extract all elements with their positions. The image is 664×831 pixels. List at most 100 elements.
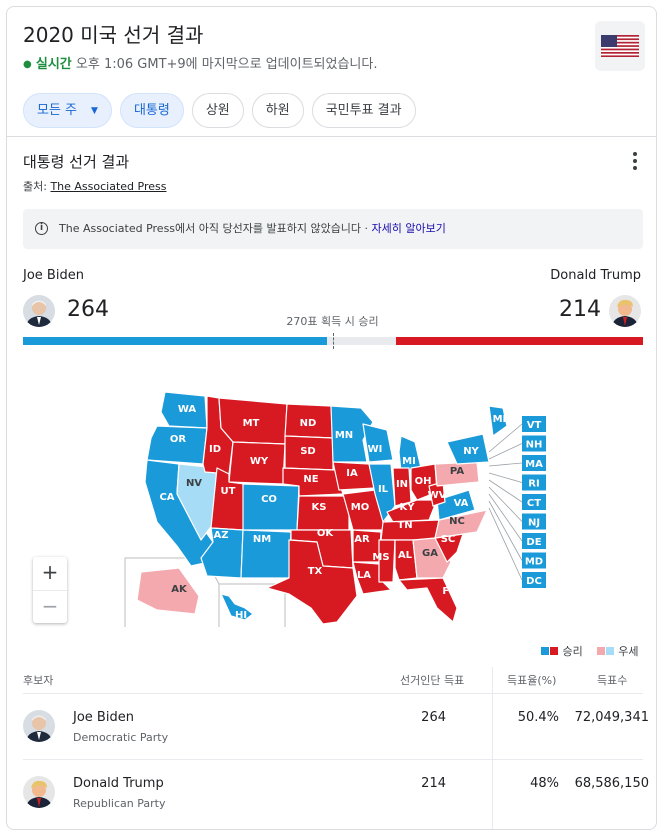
state-label-tn: TN [397,520,412,531]
small-state-label-md: MD [525,557,543,568]
rep-win-swatch [550,647,558,655]
small-state-leader-line [488,472,523,483]
us-flag-icon [595,21,645,71]
state-label-la: LA [357,570,371,581]
small-state-leader-line [488,479,523,503]
biden-row-avatar [23,710,55,742]
us-electoral-map: WA OR CA NV ID MT WY UT AZ CO NM ND SD NE KS OK TX MN IA MO… [124,391,546,627]
dem-lead-swatch [605,647,614,655]
state-label-nv: NV [186,478,202,489]
col-header-percent: 득표율(%) [507,674,557,687]
source-link[interactable]: The Associated Press [50,180,166,193]
state-label-wa: WA [178,404,197,415]
table-row-name: Joe Biden [73,710,134,725]
notice-text: The Associated Press에서 아직 당선자를 발표하지 않았습니… [59,222,372,235]
table-row-percent: 48% [530,776,559,791]
state-wi[interactable] [362,423,394,463]
state-label-ky: KY [400,502,416,513]
state-label-al: AL [398,550,413,561]
small-state-label-ct: CT [527,498,541,509]
table-row-electoral: 264 [421,710,446,725]
live-dot-icon: ● [23,59,32,70]
state-label-wy: WY [250,456,269,467]
small-state-label-ma: MA [525,459,543,470]
table-column-divider [492,667,493,829]
legend-lead: 우세 [618,645,639,658]
col-header-votes: 득표수 [597,674,628,687]
section-title: 대통령 선거 결과 [23,153,130,171]
chip-label: 하원 [265,103,290,118]
chip-senate[interactable]: 상원 [191,93,244,128]
state-label-ak: AK [171,584,188,595]
zoom-in-button[interactable]: + [33,557,67,590]
map-legend: 승리 우세 [541,643,639,659]
small-state-label-de: DE [526,537,541,548]
state-label-wi: WI [368,444,383,455]
biden-bar [23,337,327,345]
state-label-wv: WV [428,490,447,501]
state-co[interactable] [242,483,300,531]
chip-label: 모든 주 [37,103,78,118]
state-label-pa: PA [450,466,464,477]
page-title: 2020 미국 선거 결과 [23,23,204,47]
chip-label: 대통령 [133,103,170,118]
live-label: 실시간 [35,57,72,72]
state-label-ut: UT [221,486,236,497]
state-label-va: VA [454,498,469,509]
rep-lead-swatch [596,647,605,655]
small-state-leader-line [488,486,523,522]
state-label-mo: MO [351,502,369,513]
state-ak[interactable] [136,567,200,615]
table-row-party: Democratic Party [73,731,169,744]
filter-chips: 모든 주 ▼ 대통령 상원 하원 국민투표 결과 [23,93,416,129]
learn-more-link[interactable]: 자세히 알아보기 [372,222,446,235]
state-label-nm: NM [253,534,271,545]
state-label-ny: NY [463,446,479,457]
state-label-me: ME [493,414,510,425]
col-header-electoral: 선거인단 득표 [400,674,465,687]
small-state-label-vt: VT [527,420,542,431]
state-label-mt: MT [243,418,260,429]
col-header-candidate: 후보자 [23,674,54,687]
state-label-ok: OK [317,528,335,539]
small-state-label-nj: NJ [528,518,540,529]
small-state-leader-line [488,507,523,581]
chip-all-states[interactable]: 모든 주 ▼ [23,93,112,128]
state-or[interactable] [146,425,208,465]
info-icon: i [35,222,48,235]
state-label-fl: FL [442,586,456,597]
table-row-votes: 72,049,341 [574,710,649,725]
chip-president[interactable]: 대통령 [119,93,184,128]
more-options-icon[interactable] [633,152,639,173]
state-label-id: ID [209,444,221,455]
chip-house[interactable]: 하원 [251,93,304,128]
last-updated: 오후 1:06 GMT+9에 마지막으로 업데이트되었습니다. [75,57,378,72]
dem-win-swatch [541,647,549,655]
win-threshold-label: 270표 획득 시 승리 [286,315,379,328]
state-label-hi: HI [235,610,247,621]
election-results-card: 2020 미국 선거 결과 ● 실시간 오후 1:06 GMT+9에 마지막으로… [6,6,657,830]
small-state-leader-line [488,500,523,561]
state-label-or: OR [170,434,187,445]
zoom-out-button[interactable]: − [33,590,67,623]
state-label-tx: TX [308,566,323,577]
zoom-controls: + − [33,557,67,623]
table-divider [23,693,643,694]
state-fl[interactable] [398,577,458,623]
small-state-leader-line [488,493,523,542]
small-state-label-ri: RI [528,479,539,490]
trump-bar [396,337,643,345]
state-label-az: AZ [214,530,229,541]
table-row-percent: 50.4% [517,710,559,725]
table-row-name: Donald Trump [73,776,164,791]
small-state-leader-line [488,443,523,460]
chip-referendum[interactable]: 국민투표 결과 [311,93,416,128]
state-label-ga: GA [422,548,438,559]
state-label-nd: ND [300,418,317,429]
source: 출처: The Associated Press [23,178,166,194]
state-label-oh: OH [415,476,432,487]
state-label-mi: MI [402,456,416,467]
state-label-ks: KS [312,502,327,513]
state-label-in: IN [396,479,408,490]
legend-win: 승리 [562,645,583,658]
